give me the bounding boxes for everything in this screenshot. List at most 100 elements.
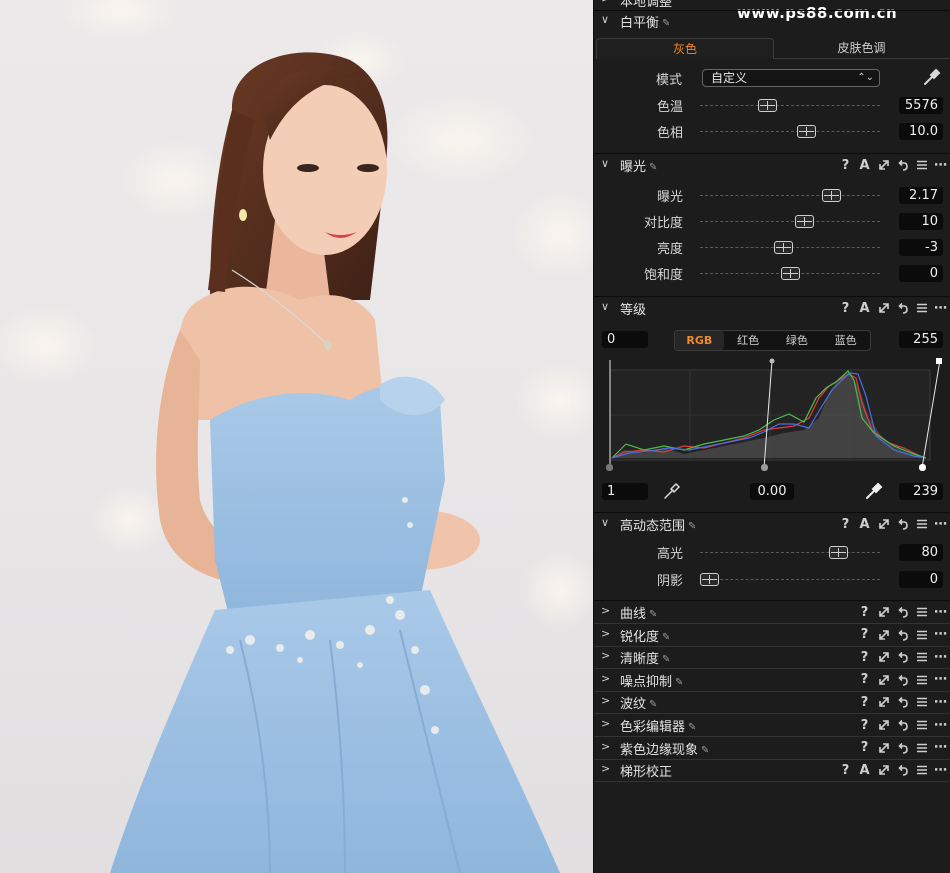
channel-blue[interactable]: 蓝色 bbox=[821, 331, 870, 350]
reset-icon[interactable] bbox=[896, 649, 909, 665]
expand-icon[interactable] bbox=[877, 649, 890, 665]
section-header-collapsed[interactable]: > 紫色边缘现象 ✎? ⋯ bbox=[594, 738, 950, 760]
slider-track[interactable] bbox=[700, 552, 880, 553]
chevron-right-icon[interactable]: > bbox=[601, 627, 613, 643]
slider-value-field[interactable]: 0 bbox=[899, 265, 943, 282]
expand-icon[interactable] bbox=[877, 516, 890, 532]
chevron-right-icon[interactable]: > bbox=[601, 649, 613, 665]
more-icon[interactable]: ⋯ bbox=[934, 516, 947, 532]
list-icon[interactable] bbox=[915, 717, 928, 733]
chevron-right-icon[interactable]: > bbox=[601, 672, 613, 688]
slider-value-field[interactable]: 0 bbox=[899, 571, 943, 588]
channel-green[interactable]: 绿色 bbox=[773, 331, 822, 350]
section-header-collapsed[interactable]: > 清晰度 ✎? ⋯ bbox=[594, 647, 950, 669]
eyedropper-icon[interactable] bbox=[922, 67, 942, 87]
more-icon[interactable]: ⋯ bbox=[934, 762, 947, 778]
channel-rgb[interactable]: RGB bbox=[675, 331, 724, 350]
chevron-down-icon[interactable]: ∨ bbox=[601, 157, 613, 173]
slider-value-field[interactable]: -3 bbox=[899, 239, 943, 256]
section-header-collapsed[interactable]: > 色彩编辑器 ✎? ⋯ bbox=[594, 715, 950, 737]
list-icon[interactable] bbox=[915, 694, 928, 710]
help-icon[interactable]: ? bbox=[858, 649, 871, 665]
help-icon[interactable]: ? bbox=[858, 717, 871, 733]
auto-icon[interactable]: A bbox=[858, 762, 871, 778]
expand-icon[interactable] bbox=[877, 157, 890, 173]
levels-histogram[interactable] bbox=[604, 358, 944, 472]
expand-icon[interactable] bbox=[877, 694, 890, 710]
chevron-down-icon[interactable]: ∨ bbox=[601, 516, 613, 532]
more-icon[interactable]: ⋯ bbox=[934, 740, 947, 756]
help-icon[interactable]: ? bbox=[858, 694, 871, 710]
chevron-down-icon[interactable]: ∨ bbox=[601, 300, 613, 316]
list-icon[interactable] bbox=[915, 672, 928, 688]
more-icon[interactable]: ⋯ bbox=[934, 300, 947, 316]
list-icon[interactable] bbox=[915, 604, 928, 620]
expand-icon[interactable] bbox=[877, 762, 890, 778]
expand-icon[interactable] bbox=[877, 300, 890, 316]
slider-value-field[interactable]: 5576 bbox=[899, 97, 943, 114]
reset-icon[interactable] bbox=[896, 604, 909, 620]
slider-value-field[interactable]: 10 bbox=[899, 213, 943, 230]
expand-icon[interactable] bbox=[877, 672, 890, 688]
help-icon[interactable]: ? bbox=[858, 627, 871, 643]
chevron-right-icon[interactable]: > bbox=[601, 740, 613, 756]
expand-icon[interactable] bbox=[877, 717, 890, 733]
white-point-eyedropper-icon[interactable] bbox=[864, 481, 884, 501]
reset-icon[interactable] bbox=[896, 300, 909, 316]
slider-track[interactable] bbox=[700, 131, 880, 132]
slider-value-field[interactable]: 10.0 bbox=[899, 123, 943, 140]
slider-thumb[interactable] bbox=[757, 99, 777, 112]
reset-icon[interactable] bbox=[896, 672, 909, 688]
slider-thumb[interactable] bbox=[780, 267, 800, 280]
reset-icon[interactable] bbox=[896, 694, 909, 710]
slider-track[interactable] bbox=[700, 105, 880, 106]
tab-skin-tone[interactable]: 皮肤色调 bbox=[774, 38, 949, 59]
more-icon[interactable]: ⋯ bbox=[934, 649, 947, 665]
auto-icon[interactable]: A bbox=[858, 516, 871, 532]
section-header-hdr[interactable]: ∨ 高动态范围 ✎ ? A ⋯ bbox=[594, 514, 950, 536]
more-icon[interactable]: ⋯ bbox=[934, 694, 947, 710]
slider-thumb[interactable] bbox=[796, 125, 816, 138]
help-icon[interactable]: ? bbox=[858, 672, 871, 688]
help-icon[interactable]: ? bbox=[858, 740, 871, 756]
levels-input-low[interactable]: 0 bbox=[602, 331, 648, 348]
more-icon[interactable]: ⋯ bbox=[934, 157, 947, 173]
tab-gray[interactable]: 灰色 bbox=[596, 38, 774, 59]
slider-thumb[interactable] bbox=[794, 215, 814, 228]
slider-thumb[interactable] bbox=[700, 573, 719, 586]
help-icon[interactable]: ? bbox=[839, 762, 852, 778]
section-header-white-balance[interactable]: ∨ 白平衡 ✎ bbox=[594, 11, 950, 33]
more-icon[interactable]: ⋯ bbox=[934, 604, 947, 620]
list-icon[interactable] bbox=[915, 740, 928, 756]
reset-icon[interactable] bbox=[896, 627, 909, 643]
section-header-levels[interactable]: ∨ 等级 ? A ⋯ bbox=[594, 298, 950, 320]
levels-midtone[interactable]: 0.00 bbox=[750, 483, 794, 500]
section-header-exposure[interactable]: ∨ 曝光 ✎ ? A ⋯ bbox=[594, 155, 950, 177]
list-icon[interactable] bbox=[915, 157, 928, 173]
chevron-right-icon[interactable]: > bbox=[601, 0, 613, 8]
list-icon[interactable] bbox=[915, 627, 928, 643]
help-icon[interactable]: ? bbox=[839, 516, 852, 532]
list-icon[interactable] bbox=[915, 516, 928, 532]
expand-icon[interactable] bbox=[877, 740, 890, 756]
slider-value-field[interactable]: 2.17 bbox=[899, 187, 943, 204]
chevron-right-icon[interactable]: > bbox=[601, 762, 613, 778]
chevron-right-icon[interactable]: > bbox=[601, 694, 613, 710]
section-header-collapsed[interactable]: > 曲线 ✎? ⋯ bbox=[594, 602, 950, 624]
auto-icon[interactable]: A bbox=[858, 157, 871, 173]
help-icon[interactable]: ? bbox=[858, 604, 871, 620]
slider-value-field[interactable]: 80 bbox=[899, 544, 943, 561]
mode-select[interactable]: 自定义 ⌃⌄ bbox=[702, 69, 880, 87]
more-icon[interactable]: ⋯ bbox=[934, 672, 947, 688]
list-icon[interactable] bbox=[915, 300, 928, 316]
levels-output-high[interactable]: 239 bbox=[899, 483, 943, 500]
channel-red[interactable]: 红色 bbox=[724, 331, 773, 350]
levels-output-low[interactable]: 1 bbox=[602, 483, 648, 500]
reset-icon[interactable] bbox=[896, 516, 909, 532]
expand-icon[interactable] bbox=[877, 604, 890, 620]
section-header-collapsed[interactable]: > 波纹 ✎? ⋯ bbox=[594, 692, 950, 714]
more-icon[interactable]: ⋯ bbox=[934, 717, 947, 733]
slider-thumb[interactable] bbox=[822, 189, 842, 202]
expand-icon[interactable] bbox=[877, 627, 890, 643]
slider-thumb[interactable] bbox=[828, 546, 848, 559]
